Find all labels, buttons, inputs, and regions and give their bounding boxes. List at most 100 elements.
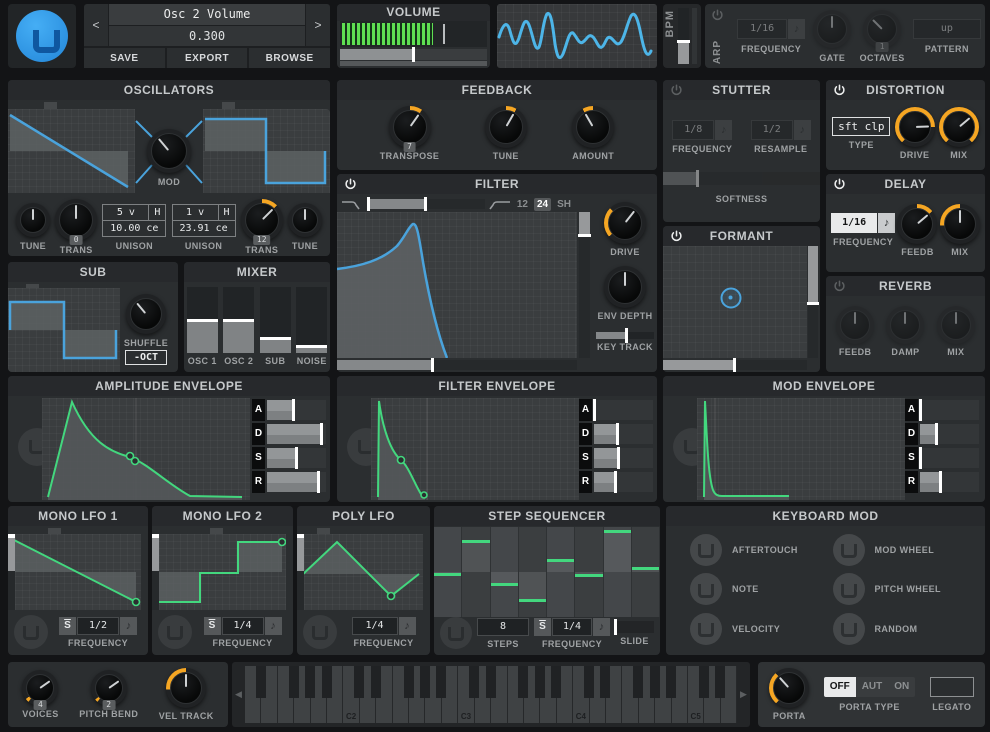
sub-shuffle-knob[interactable]	[126, 294, 166, 334]
osc1-trans-knob[interactable]: 0	[55, 199, 98, 245]
piano-key-white[interactable]: C5	[687, 666, 709, 723]
lfo1-note-icon[interactable]: ♪	[120, 616, 137, 635]
aftertouch-mod-icon[interactable]	[690, 533, 722, 566]
stutter-power-icon[interactable]	[670, 84, 683, 97]
menv-sustain-slider[interactable]	[919, 447, 979, 469]
patch-prev-button[interactable]: <	[84, 4, 108, 46]
step-4[interactable]	[518, 527, 547, 617]
piano-key-black[interactable]	[469, 666, 480, 699]
lfo1-frequency-value[interactable]: 1/2	[77, 616, 119, 635]
piano-key-white[interactable]	[245, 666, 266, 723]
osc1-mod-handle[interactable]	[44, 102, 57, 109]
step-sequencer-steps-value[interactable]: 8	[477, 617, 529, 636]
piano-key-black[interactable]	[419, 666, 430, 699]
amplitude-envelope-graph[interactable]	[42, 398, 250, 500]
pitch-wheel-mod-icon[interactable]	[832, 573, 865, 606]
piano-key-white[interactable]	[277, 666, 299, 723]
piano-key-black[interactable]	[534, 666, 545, 699]
note-mod-icon[interactable]	[690, 573, 722, 606]
reverb-power-icon[interactable]	[833, 280, 846, 293]
piano-key-white[interactable]: C2	[343, 666, 365, 723]
piano-key-black[interactable]	[370, 666, 381, 699]
filter-power-icon[interactable]	[344, 178, 357, 191]
step-sequencer-display[interactable]	[434, 527, 660, 617]
poly-lfo-frequency-value[interactable]: 1/4	[351, 616, 398, 635]
fenv-decay-slider[interactable]	[594, 423, 653, 445]
filter-cutoff-slider[interactable]	[367, 197, 485, 211]
step-8[interactable]	[631, 527, 660, 617]
lfo2-sync-icon[interactable]: S	[203, 616, 221, 635]
osc1-tune-knob[interactable]	[16, 203, 50, 237]
piano-key-black[interactable]	[633, 666, 644, 699]
distortion-mix-knob[interactable]	[938, 106, 979, 147]
piano-key-white[interactable]	[622, 666, 644, 723]
poly-lfo-mod-source-icon[interactable]	[303, 615, 337, 649]
formant-y-slider[interactable]	[807, 246, 819, 358]
lfo1-amount-slider[interactable]	[8, 534, 15, 610]
piano-key-black[interactable]	[698, 666, 709, 699]
osc2-trans-knob[interactable]: 12	[240, 199, 283, 245]
piano-key-black[interactable]	[403, 666, 414, 699]
piano-key-black[interactable]	[288, 666, 299, 699]
keyboard-keys[interactable]: C2 C3 C4 C5	[245, 666, 738, 723]
piano-key-black[interactable]	[551, 666, 562, 699]
feedback-transpose-knob[interactable]: 7	[388, 105, 431, 152]
menv-decay-slider[interactable]	[920, 423, 979, 445]
lfo1-waveform-display[interactable]	[8, 534, 141, 610]
stutter-frequency-note-icon[interactable]: ♪	[715, 120, 733, 140]
step-sequencer-note-icon[interactable]: ♪	[593, 617, 610, 636]
export-button[interactable]: EXPORT	[166, 48, 248, 68]
arp-frequency-value[interactable]: 1/16	[737, 18, 788, 39]
mod-wheel-mod-icon[interactable]	[832, 533, 865, 566]
step-sequencer-slide-slider[interactable]	[614, 618, 654, 635]
piano-key-black[interactable]	[436, 666, 447, 699]
stutter-resample-value[interactable]: 1/2	[750, 120, 793, 140]
delay-feedback-knob[interactable]	[897, 203, 938, 244]
osc1-unison-box[interactable]: 5 v H 10.00 ce	[102, 203, 167, 237]
filter-env-depth-knob[interactable]	[604, 266, 646, 308]
patch-value[interactable]: 0.300	[109, 25, 305, 46]
legato-toggle[interactable]	[929, 677, 974, 697]
step-sequencer-mod-source-icon[interactable]	[440, 617, 472, 649]
mixer-noise-slider[interactable]	[296, 287, 328, 353]
mod-envelope-graph[interactable]	[697, 398, 905, 500]
step-7[interactable]	[603, 527, 632, 617]
distortion-power-icon[interactable]	[833, 84, 846, 97]
feedback-amount-knob[interactable]	[572, 105, 615, 148]
osc1-waveform-display[interactable]	[8, 109, 135, 193]
step-sequencer-sync-icon[interactable]: S	[534, 617, 551, 636]
arp-frequency-note-icon[interactable]: ♪	[788, 18, 806, 39]
porta-type-on-button[interactable]: ON	[888, 677, 915, 697]
step-sequencer-frequency-value[interactable]: 1/4	[552, 617, 592, 636]
formant-xy-pad[interactable]	[663, 246, 807, 358]
amp-release-slider[interactable]	[267, 471, 326, 493]
vel-track-knob[interactable]	[166, 668, 207, 708]
step-5[interactable]	[547, 527, 576, 617]
poly-lfo-note-icon[interactable]: ♪	[398, 616, 416, 635]
mixer-osc2-slider[interactable]	[223, 287, 255, 353]
filter-resonance-slider[interactable]	[578, 212, 591, 358]
fenv-sustain-slider[interactable]	[594, 447, 653, 469]
amp-sustain-slider[interactable]	[267, 447, 326, 469]
patch-next-button[interactable]: >	[306, 4, 330, 46]
stutter-softness-slider[interactable]	[663, 170, 820, 187]
osc-mod-knob[interactable]	[147, 129, 191, 173]
osc1-unison-harmonize[interactable]: H	[149, 203, 167, 221]
bpm-slider[interactable]	[677, 8, 690, 64]
step-1[interactable]	[434, 527, 463, 617]
patch-name[interactable]: Osc 2 Volume	[109, 4, 305, 25]
filter-drive-knob[interactable]	[604, 202, 646, 244]
piano-key-white[interactable]: C3	[458, 666, 480, 723]
delay-power-icon[interactable]	[833, 178, 846, 191]
reverb-damp-knob[interactable]	[886, 305, 925, 344]
feedback-tune-knob[interactable]	[484, 105, 527, 148]
amp-attack-slider[interactable]	[267, 399, 326, 421]
volume-slider[interactable]	[340, 47, 487, 62]
piano-key-white[interactable]	[392, 666, 414, 723]
piano-key-white[interactable]: C4	[573, 666, 595, 723]
formant-target[interactable]	[720, 287, 742, 309]
osc2-unison-box[interactable]: 1 v H 23.91 ce	[171, 203, 236, 237]
filter-sh-button[interactable]: SH	[555, 198, 573, 211]
voices-knob[interactable]: 4	[22, 670, 59, 710]
step-6[interactable]	[575, 527, 604, 617]
